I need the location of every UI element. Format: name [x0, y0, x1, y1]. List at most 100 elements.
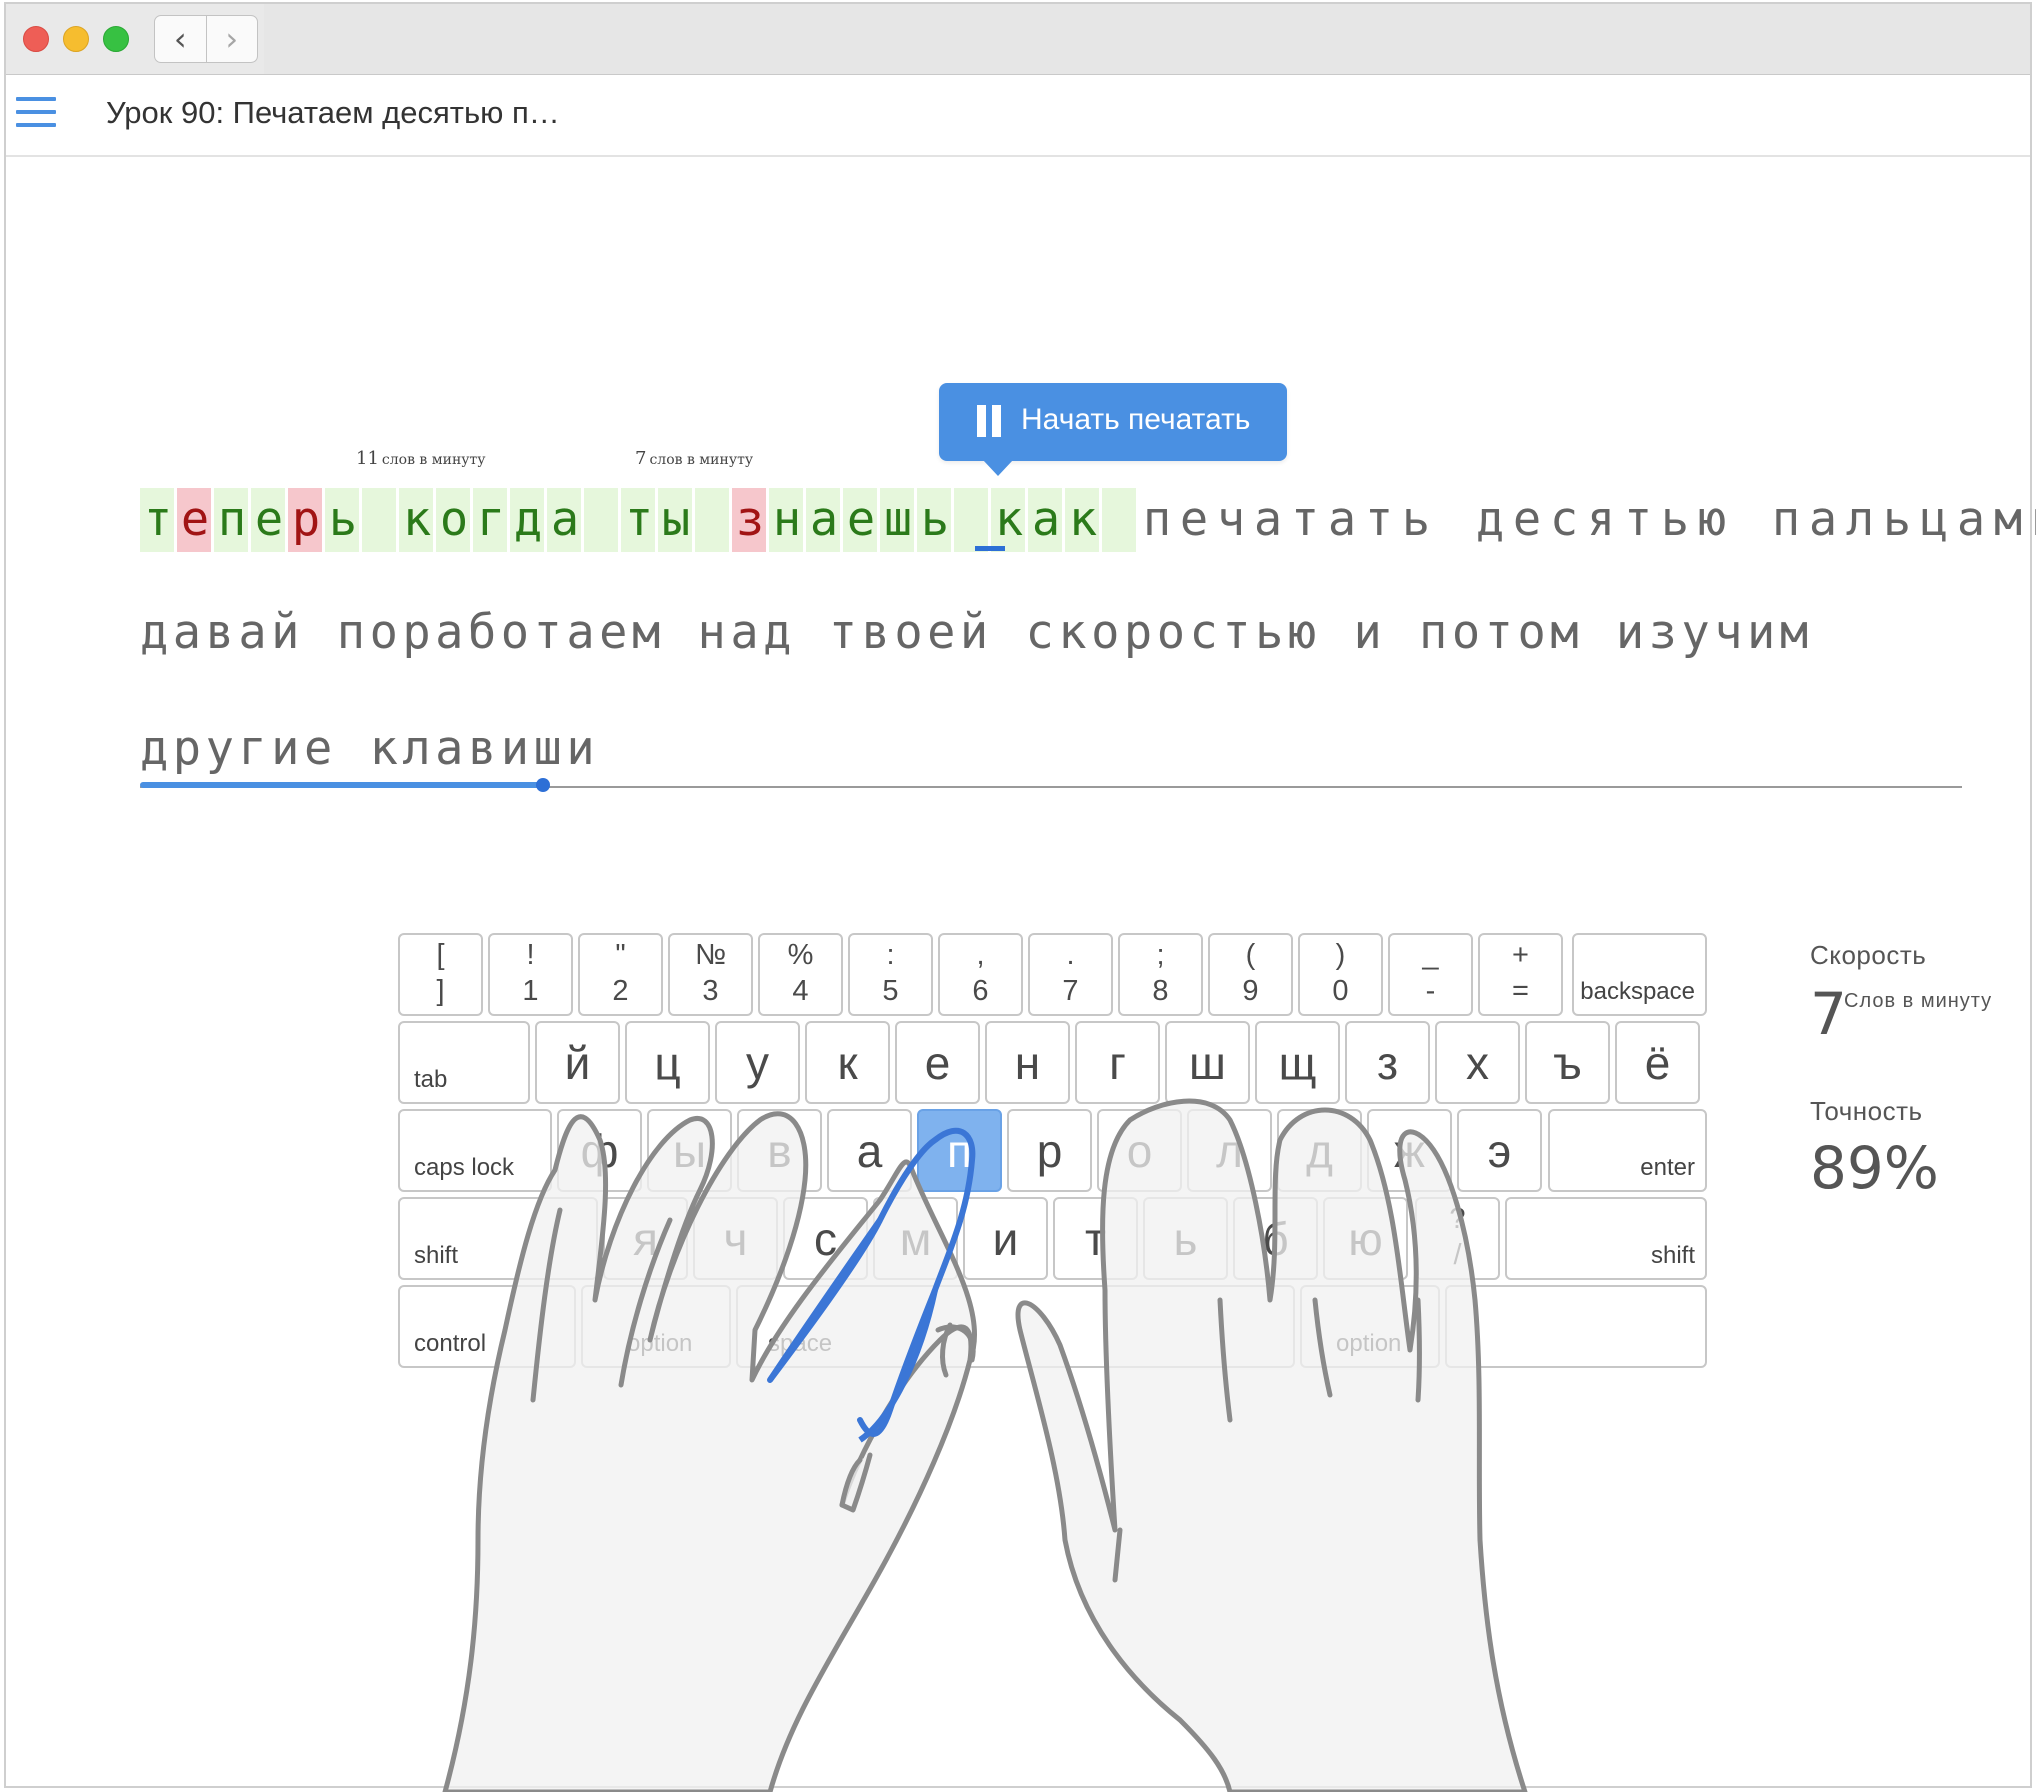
key-letter[interactable]: в	[737, 1109, 822, 1192]
key-letter[interactable]: ь	[1143, 1197, 1228, 1280]
typed-char	[362, 488, 399, 552]
typed-char: е	[843, 488, 880, 552]
key-control[interactable]: control	[398, 1285, 576, 1368]
key-enter[interactable]: enter	[1548, 1109, 1707, 1192]
typed-char: а	[547, 488, 584, 552]
key-letter[interactable]: ч	[693, 1197, 778, 1280]
key-letter[interactable]: н	[985, 1021, 1070, 1104]
key-digit-12[interactable]: + =	[1478, 933, 1563, 1016]
key-letter[interactable]: ы	[647, 1109, 732, 1192]
typed-char: к	[399, 488, 436, 552]
key-shift-right[interactable]: shift	[1505, 1197, 1707, 1280]
key-slash[interactable]: ? /	[1415, 1197, 1500, 1280]
key-shift-left[interactable]: shift	[398, 1197, 598, 1280]
word-speed-label: 7 слов в минуту	[635, 448, 754, 469]
typed-char: е	[177, 488, 214, 552]
key-tab[interactable]: tab	[398, 1021, 530, 1104]
key-digit-10[interactable]: ) 0	[1298, 933, 1383, 1016]
key-letter[interactable]: п	[917, 1109, 1002, 1192]
key-letter[interactable]: т	[1053, 1197, 1138, 1280]
key-letter[interactable]: г	[1075, 1021, 1160, 1104]
typed-char: т	[1290, 492, 1321, 547]
speed-unit: Слов в минуту	[1844, 990, 1993, 1012]
typed-char: ы	[658, 488, 695, 552]
key-digit-6[interactable]: ,6	[938, 933, 1023, 1016]
typed-char: т	[1623, 492, 1654, 547]
key-digit-11[interactable]: _ -	[1388, 933, 1473, 1016]
typed-char: о	[436, 488, 473, 552]
key-digit-8[interactable]: ; 8	[1118, 933, 1203, 1016]
key-letter[interactable]: э	[1457, 1109, 1542, 1192]
start-typing-label: Начать печатать	[1021, 403, 1251, 436]
typing-line-3: другие клавиши	[140, 721, 600, 776]
typed-char: т	[621, 488, 658, 552]
key-letter[interactable]: с	[783, 1197, 868, 1280]
key-letter[interactable]: р	[1007, 1109, 1092, 1192]
close-window-button[interactable]	[23, 26, 49, 52]
typed-char: а	[1028, 488, 1065, 552]
key-digit-0[interactable]: []	[398, 933, 483, 1016]
typed-char	[954, 488, 991, 552]
pause-icon	[977, 405, 1003, 437]
text-cursor	[975, 546, 1005, 551]
key-letter[interactable]: а	[827, 1109, 912, 1192]
typed-char: ц	[1919, 492, 1950, 547]
typed-char: р	[288, 488, 325, 552]
key-letter[interactable]: ф	[557, 1109, 642, 1192]
key-digit-5[interactable]: :5	[848, 933, 933, 1016]
key-digit-3[interactable]: № 3	[668, 933, 753, 1016]
key-digit-4[interactable]: % 4	[758, 933, 843, 1016]
key-letter[interactable]: е	[895, 1021, 980, 1104]
key-option-right[interactable]: option	[1300, 1285, 1440, 1368]
back-button[interactable]: ‹	[155, 16, 206, 62]
menu-icon[interactable]	[16, 97, 56, 129]
typed-char: а	[1327, 492, 1358, 547]
minimize-window-button[interactable]	[63, 26, 89, 52]
key-space[interactable]: space	[736, 1285, 1295, 1368]
key-backspace[interactable]: backspace	[1572, 933, 1707, 1016]
key-letter[interactable]: к	[805, 1021, 890, 1104]
key-option-left[interactable]: option	[581, 1285, 731, 1368]
key-letter[interactable]: о	[1097, 1109, 1182, 1192]
key-letter[interactable]: л	[1187, 1109, 1272, 1192]
key-digit-9[interactable]: (9	[1208, 933, 1293, 1016]
forward-button[interactable]: ›	[205, 16, 258, 62]
key-letter[interactable]: й	[535, 1021, 620, 1104]
chevron-right-icon: ›	[225, 20, 239, 58]
key-letter[interactable]: щ	[1255, 1021, 1340, 1104]
key-digit-7[interactable]: .7	[1028, 933, 1113, 1016]
progress-bar	[140, 782, 543, 788]
typed-char: е	[1512, 492, 1543, 547]
key-digit-2[interactable]: " 2	[578, 933, 663, 1016]
key-letter[interactable]: ё	[1615, 1021, 1700, 1104]
typed-char: д	[510, 488, 547, 552]
key-letter[interactable]: ц	[625, 1021, 710, 1104]
typed-char: к	[991, 488, 1028, 552]
key-letter[interactable]: ж	[1367, 1109, 1452, 1192]
start-typing-button[interactable]: Начать печатать	[939, 383, 1287, 476]
key-caps-lock[interactable]: caps lock	[398, 1109, 552, 1192]
key-letter[interactable]: ю	[1323, 1197, 1408, 1280]
key-letter[interactable]: я	[603, 1197, 688, 1280]
speed-label: Скорость	[1810, 940, 1927, 970]
typed-char: ь	[1882, 492, 1913, 547]
key-letter[interactable]: з	[1345, 1021, 1430, 1104]
typed-char: м	[1993, 492, 2024, 547]
key-letter[interactable]: ш	[1165, 1021, 1250, 1104]
key-letter[interactable]: м	[873, 1197, 958, 1280]
key-digit-1[interactable]: ! 1	[488, 933, 573, 1016]
key-letter[interactable]: ъ	[1525, 1021, 1610, 1104]
speed-value: 7	[1810, 980, 1847, 1048]
browser-window: ‹ › Урок 90: Печатаем десятью п…	[4, 2, 2032, 1788]
key-letter[interactable]: х	[1435, 1021, 1520, 1104]
key-blank[interactable]	[1445, 1285, 1707, 1368]
title-bar: ‹ ›	[6, 4, 2030, 75]
maximize-window-button[interactable]	[103, 26, 129, 52]
key-letter[interactable]: у	[715, 1021, 800, 1104]
key-letter[interactable]: б	[1233, 1197, 1318, 1280]
key-letter[interactable]: и	[963, 1197, 1048, 1280]
typed-char: г	[473, 488, 510, 552]
typed-char: я	[1586, 492, 1617, 547]
key-letter[interactable]: д	[1277, 1109, 1362, 1192]
typed-char: ь	[917, 488, 954, 552]
